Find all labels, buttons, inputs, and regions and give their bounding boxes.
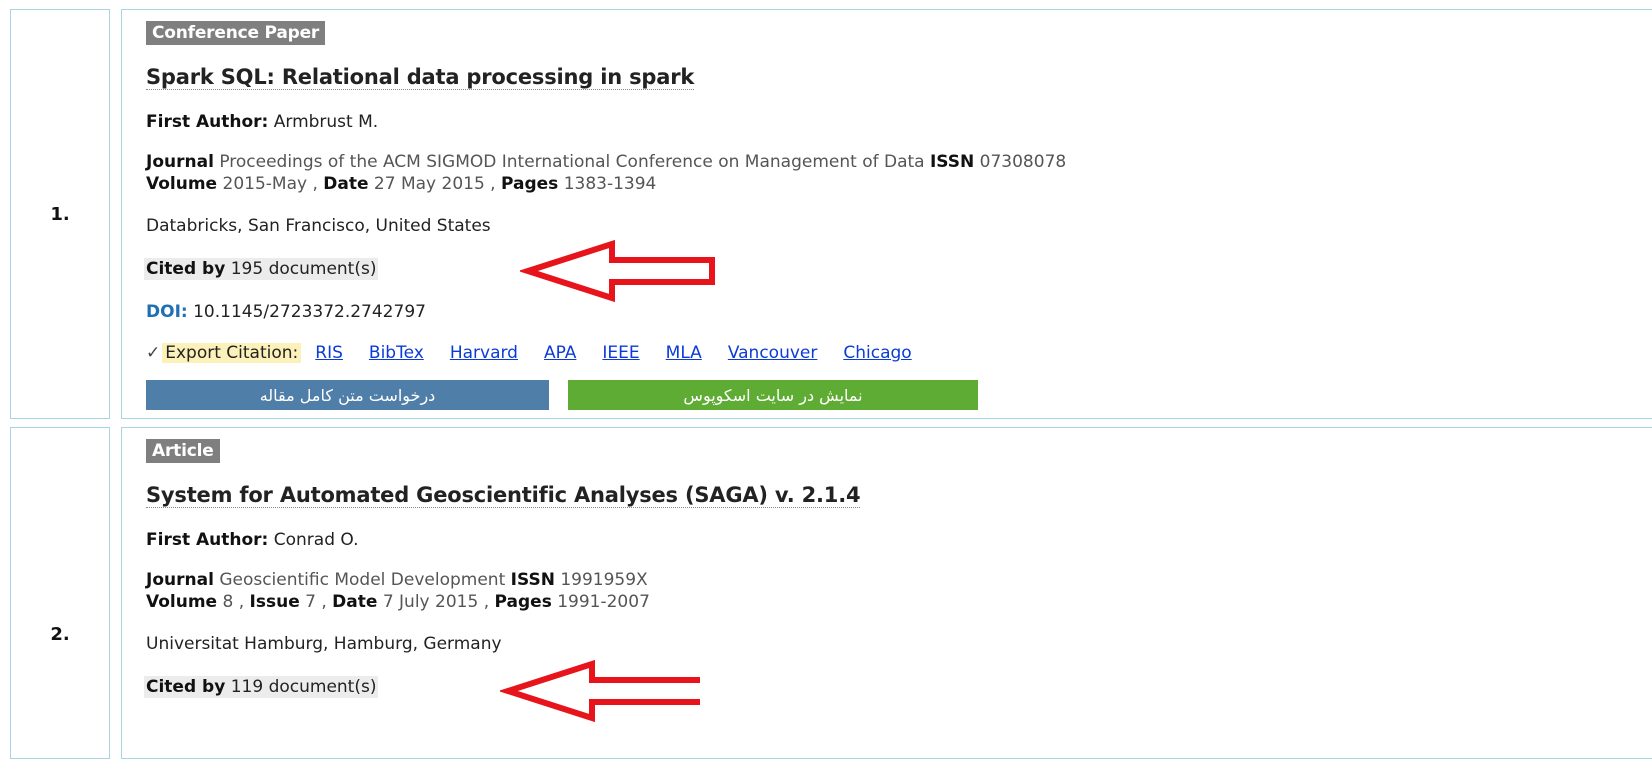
date-value: 27 May 2015 , xyxy=(373,174,496,194)
view-on-scopus-button[interactable]: نمایش در سایت اسکوپوس xyxy=(568,380,978,410)
affiliation: Universitat Hamburg, Hamburg, Germany xyxy=(146,634,502,654)
result-title-link[interactable]: System for Automated Geoscientific Analy… xyxy=(146,483,861,508)
volume-line: Volume 8 , Issue 7 , Date 7 July 2015 , … xyxy=(146,592,650,612)
first-author-value: Conrad O. xyxy=(273,530,359,550)
volume-label: Volume xyxy=(146,174,218,194)
journal-label: Journal xyxy=(146,152,214,172)
issn-value: 07308078 xyxy=(979,152,1067,172)
result-number: 2. xyxy=(50,623,70,645)
issn-label: ISSN xyxy=(929,152,975,172)
result-number-cell: 1. xyxy=(10,9,110,419)
date-label: Date xyxy=(323,174,369,194)
export-apa-link[interactable]: APA xyxy=(544,343,576,363)
pages-label: Pages xyxy=(500,174,559,194)
volume-value: 2015-May , xyxy=(222,174,318,194)
red-arrow-annotation xyxy=(520,240,715,303)
export-vancouver-link[interactable]: Vancouver xyxy=(728,343,818,363)
cited-by-label: Cited by xyxy=(146,677,226,697)
doi-line: DOI: 10.1145/2723372.2742797 xyxy=(146,302,426,322)
first-author-label: First Author: xyxy=(146,530,269,550)
volume-value: 8 , xyxy=(222,592,245,612)
first-author-value: Armbrust M. xyxy=(273,112,379,132)
date-value: 7 July 2015 , xyxy=(382,592,490,612)
result-card: Article System for Automated Geoscientif… xyxy=(121,427,1652,759)
result-number: 1. xyxy=(50,203,70,225)
pages-label: Pages xyxy=(494,592,552,612)
first-author-line: First Author: Conrad O. xyxy=(146,530,359,550)
affiliation: Databricks, San Francisco, United States xyxy=(146,216,491,236)
request-full-text-button[interactable]: درخواست متن کامل مقاله xyxy=(146,380,549,410)
cited-by-line: Cited by 195 document(s) xyxy=(144,258,379,280)
doi-label: DOI: xyxy=(146,302,188,322)
first-author-line: First Author: Armbrust M. xyxy=(146,112,378,132)
export-ieee-link[interactable]: IEEE xyxy=(602,343,639,363)
document-type-badge: Conference Paper xyxy=(146,21,326,45)
export-citation-label: Export Citation: xyxy=(162,343,302,363)
red-arrow-annotation xyxy=(500,660,700,723)
check-icon: ✓ xyxy=(146,343,161,363)
result-title-link[interactable]: Spark SQL: Relational data processing in… xyxy=(146,65,694,90)
first-author-label: First Author: xyxy=(146,112,269,132)
doi-value: 10.1145/2723372.2742797 xyxy=(193,302,426,322)
pages-value: 1991-2007 xyxy=(557,592,650,612)
cited-by-line: Cited by 119 document(s) xyxy=(144,676,379,698)
result-card: Conference Paper Spark SQL: Relational d… xyxy=(121,9,1652,419)
journal-value: Geoscientific Model Development xyxy=(219,570,506,590)
export-ris-link[interactable]: RIS xyxy=(315,343,343,363)
issn-label: ISSN xyxy=(510,570,555,590)
cited-by-count: 195 document(s) xyxy=(230,259,377,279)
export-chicago-link[interactable]: Chicago xyxy=(843,343,911,363)
journal-value: Proceedings of the ACM SIGMOD Internatio… xyxy=(219,152,925,172)
issue-value: 7 , xyxy=(305,592,327,612)
journal-line: Journal Geoscientific Model Development … xyxy=(146,570,648,590)
export-harvard-link[interactable]: Harvard xyxy=(450,343,518,363)
issue-label: Issue xyxy=(249,592,300,612)
issn-value: 1991959X xyxy=(560,570,648,590)
journal-line: Journal Proceedings of the ACM SIGMOD In… xyxy=(146,152,1066,172)
volume-line: Volume 2015-May , Date 27 May 2015 , Pag… xyxy=(146,174,656,194)
cited-by-label: Cited by xyxy=(146,259,226,279)
export-bibtex-link[interactable]: BibTex xyxy=(369,343,424,363)
results-list: 1. Conference Paper Spark SQL: Relationa… xyxy=(0,0,1652,759)
document-type-badge: Article xyxy=(146,439,220,463)
export-citation-row: ✓ Export Citation: RIS BibTex Harvard AP… xyxy=(146,343,938,363)
volume-label: Volume xyxy=(146,592,218,612)
cited-by-count: 119 document(s) xyxy=(230,677,377,697)
export-mla-link[interactable]: MLA xyxy=(666,343,702,363)
journal-label: Journal xyxy=(146,570,214,590)
result-number-cell: 2. xyxy=(10,427,110,759)
date-label: Date xyxy=(332,592,378,612)
pages-value: 1383-1394 xyxy=(563,174,657,194)
